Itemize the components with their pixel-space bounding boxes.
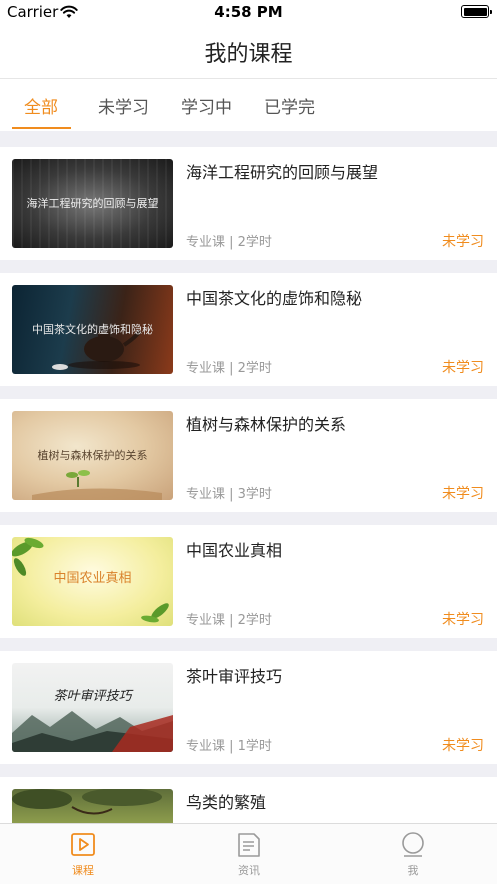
course-title: 鸟类的繁殖 [186, 793, 267, 812]
thumbnail-caption: 中国茶文化的虚饰和隐秘 [32, 323, 153, 336]
course-thumbnail: 茶叶审评技巧 [12, 663, 173, 752]
course-meta: 专业课 | 1学时 [186, 739, 272, 754]
filter-tabs: 全部 未学习 学习中 已学完 [0, 79, 497, 131]
status-time: 4:58 PM [214, 3, 283, 21]
course-thumbnail: 中国农业真相 [12, 537, 173, 626]
course-thumbnail: 海洋工程研究的回顾与展望 [12, 159, 173, 248]
tab-not-started[interactable]: 未学习 [98, 93, 149, 118]
course-thumbnail: 植树与森林保护的关系 [12, 411, 173, 500]
course-card[interactable]: 植树与森林保护的关系 植树与森林保护的关系 专业课 | 3学时 未学习 [0, 399, 497, 512]
tab-bar-profile[interactable]: 我 [353, 824, 473, 884]
course-meta: 专业课 | 2学时 [186, 235, 272, 250]
thumbnail-caption: 中国农业真相 [53, 571, 132, 586]
course-status: 未学习 [442, 612, 484, 628]
course-status: 未学习 [442, 486, 484, 502]
mountain-illustration [12, 711, 173, 752]
tab-bar-label: 资讯 [238, 864, 260, 877]
course-card[interactable]: 中国农业真相 中国农业真相 专业课 | 2学时 未学习 [0, 525, 497, 638]
tab-bar-label: 我 [407, 864, 419, 877]
tab-completed[interactable]: 已学完 [264, 93, 315, 118]
course-card[interactable]: 中国茶文化的虚饰和隐秘 中国茶文化的虚饰和隐秘 专业课 | 2学时 未学习 [0, 273, 497, 386]
course-card[interactable]: 海洋工程研究的回顾与展望 海洋工程研究的回顾与展望 专业课 | 2学时 未学习 [0, 147, 497, 260]
tab-bar-courses[interactable]: 课程 [23, 824, 143, 884]
status-bar: Carrier 4:58 PM [0, 0, 497, 26]
thumbnail-caption: 植树与森林保护的关系 [37, 449, 148, 462]
active-tab-indicator [12, 127, 71, 129]
course-meta: 专业课 | 2学时 [186, 361, 272, 376]
course-title: 植树与森林保护的关系 [186, 415, 347, 434]
play-icon [71, 832, 95, 858]
battery-icon [461, 5, 492, 18]
tab-all[interactable]: 全部 [24, 93, 58, 118]
nav-bar: 我的课程 [0, 26, 497, 79]
course-title: 中国茶文化的虚饰和隐秘 [186, 289, 363, 308]
course-title: 茶叶审评技巧 [186, 667, 283, 686]
course-thumbnail [12, 789, 173, 823]
tab-bar-label: 课程 [72, 864, 94, 877]
foliage-illustration [12, 789, 162, 815]
course-card[interactable]: 茶叶审评技巧 茶叶审评技巧 专业课 | 1学时 未学习 [0, 651, 497, 764]
course-meta: 专业课 | 2学时 [186, 613, 272, 628]
page-title: 我的课程 [204, 42, 293, 67]
thumbnail-caption: 茶叶审评技巧 [53, 689, 132, 704]
course-title: 中国农业真相 [186, 541, 283, 560]
course-status: 未学习 [442, 360, 484, 376]
document-icon [237, 832, 261, 858]
course-title: 海洋工程研究的回顾与展望 [186, 163, 379, 182]
course-list: 海洋工程研究的回顾与展望 海洋工程研究的回顾与展望 专业课 | 2学时 未学习 … [0, 135, 497, 823]
course-status: 未学习 [442, 234, 484, 250]
profile-icon [401, 832, 425, 858]
course-thumbnail: 中国茶文化的虚饰和隐秘 [12, 285, 173, 374]
tab-in-progress[interactable]: 学习中 [181, 93, 232, 118]
course-meta: 专业课 | 3学时 [186, 487, 272, 502]
thumbnail-caption: 海洋工程研究的回顾与展望 [26, 197, 159, 210]
course-card[interactable]: 鸟类的繁殖 [0, 777, 497, 823]
tab-bar-news[interactable]: 资讯 [189, 824, 309, 884]
bottom-tab-bar: 课程 资讯 我 [0, 823, 497, 884]
course-status: 未学习 [442, 738, 484, 754]
